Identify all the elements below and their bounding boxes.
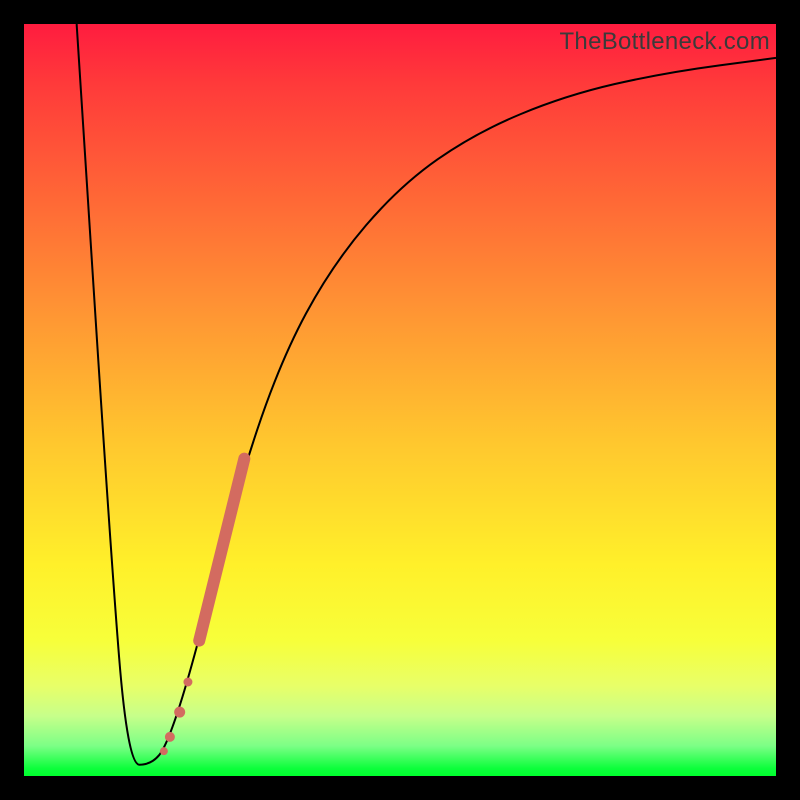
plot-area: TheBottleneck.com bbox=[24, 24, 776, 776]
chart-stage: TheBottleneck.com bbox=[0, 0, 800, 800]
marker-dot bbox=[165, 732, 175, 742]
marker-segment bbox=[199, 459, 244, 641]
bottleneck-curve bbox=[77, 24, 776, 765]
chart-svg bbox=[24, 24, 776, 776]
marker-dot bbox=[160, 747, 168, 755]
marker-dot bbox=[174, 707, 185, 718]
marker-dot bbox=[183, 678, 192, 687]
